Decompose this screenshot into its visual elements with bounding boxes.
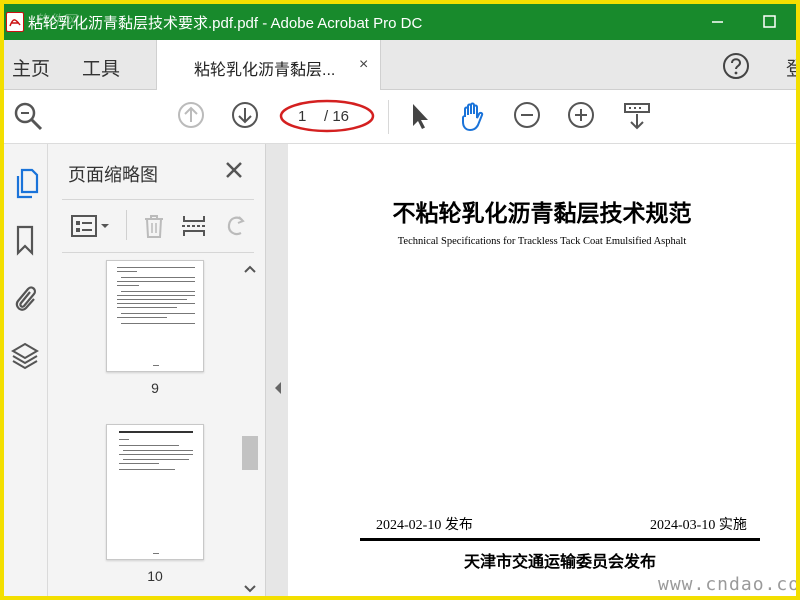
site-watermark: www.cndao.com bbox=[658, 574, 796, 595]
implementation-date: 2024-03-10 实施 bbox=[650, 518, 747, 533]
thumbnail-page-10[interactable] bbox=[106, 424, 204, 560]
zoom-out-icon[interactable] bbox=[512, 100, 542, 135]
panel-title: 页面缩略图 bbox=[68, 165, 158, 185]
document-subtitle: Technical Specifications for Trackless T… bbox=[397, 236, 687, 247]
rotate-page-icon[interactable] bbox=[222, 212, 250, 245]
toolbar: 1 / 16 bbox=[4, 90, 796, 144]
page-display-icon[interactable] bbox=[620, 100, 654, 139]
thumbnail-scrollbar[interactable] bbox=[240, 260, 260, 596]
tab-bar: 主页 工具 粘轮乳化沥青黏层... × 登 bbox=[4, 40, 796, 90]
maximize-button[interactable] bbox=[760, 12, 780, 32]
left-rail bbox=[4, 144, 48, 596]
total-pages: / 16 bbox=[324, 108, 350, 125]
home-nav[interactable]: 主页 bbox=[12, 54, 50, 81]
tools-nav[interactable]: 工具 bbox=[82, 54, 120, 81]
sign-in-button[interactable]: 登 bbox=[786, 54, 796, 81]
select-pointer-icon[interactable] bbox=[404, 100, 434, 137]
extract-pages-icon[interactable] bbox=[180, 212, 208, 245]
document-page: 不粘轮乳化沥青黏层技术规范 Technical Specifications f… bbox=[288, 144, 796, 596]
scroll-thumb[interactable] bbox=[242, 436, 258, 470]
panel-collapse-handle[interactable] bbox=[266, 144, 288, 596]
page-thumbnails-icon[interactable] bbox=[10, 166, 40, 207]
thumbnail-label-10: 10 bbox=[147, 568, 163, 584]
close-panel-icon[interactable] bbox=[222, 158, 246, 187]
hand-tool-icon[interactable] bbox=[456, 100, 490, 139]
tools-divider bbox=[126, 210, 127, 240]
document-rule bbox=[360, 538, 760, 541]
close-tab-button[interactable]: × bbox=[359, 56, 368, 74]
thumbnail-label-9: 9 bbox=[151, 380, 159, 396]
help-icon[interactable] bbox=[722, 52, 750, 85]
layers-icon[interactable] bbox=[10, 340, 40, 377]
thumbnails-panel: 页面缩略图 9 10 bbox=[48, 144, 266, 596]
delete-page-icon[interactable] bbox=[140, 212, 168, 245]
window-title: 粘轮乳化沥青黏层技术要求.pdf.pdf - Adobe Acrobat Pro… bbox=[28, 15, 423, 32]
previous-page-icon[interactable] bbox=[176, 100, 206, 135]
scroll-down-icon[interactable] bbox=[243, 584, 257, 594]
acrobat-window: 粘轮乳化沥青黏层技术要求.pdf.pdf - Adobe Acrobat Pro… bbox=[4, 4, 796, 596]
thumbnail-tools bbox=[62, 199, 254, 253]
search-icon[interactable] bbox=[12, 100, 44, 137]
publisher: 天津市交通运输委员会发布 bbox=[463, 552, 656, 571]
scroll-up-icon[interactable] bbox=[243, 264, 257, 274]
minimize-button[interactable] bbox=[708, 12, 728, 32]
document-tab[interactable]: 粘轮乳化沥青黏层... × bbox=[156, 40, 381, 90]
document-tab-label: 粘轮乳化沥青黏层... bbox=[194, 62, 336, 79]
title-bar: 粘轮乳化沥青黏层技术要求.pdf.pdf - Adobe Acrobat Pro… bbox=[4, 4, 796, 40]
options-menu-icon[interactable] bbox=[70, 212, 114, 245]
bookmark-icon[interactable] bbox=[10, 224, 40, 261]
page-number-field[interactable]: 1 / 16 bbox=[287, 104, 369, 130]
thumbnail-page-9[interactable] bbox=[106, 260, 204, 372]
issue-date: 2024-02-10 发布 bbox=[376, 518, 473, 533]
zoom-in-icon[interactable] bbox=[566, 100, 596, 135]
title-watermark: 软件网 bbox=[34, 12, 76, 28]
pdf-app-icon bbox=[6, 12, 24, 32]
attachment-icon[interactable] bbox=[10, 282, 40, 319]
current-page-input[interactable]: 1 bbox=[298, 108, 306, 125]
collapse-arrow-icon[interactable] bbox=[274, 382, 282, 394]
document-title: 不粘轮乳化沥青黏层技术规范 bbox=[392, 200, 692, 227]
next-page-icon[interactable] bbox=[230, 100, 260, 135]
toolbar-divider bbox=[388, 100, 389, 134]
